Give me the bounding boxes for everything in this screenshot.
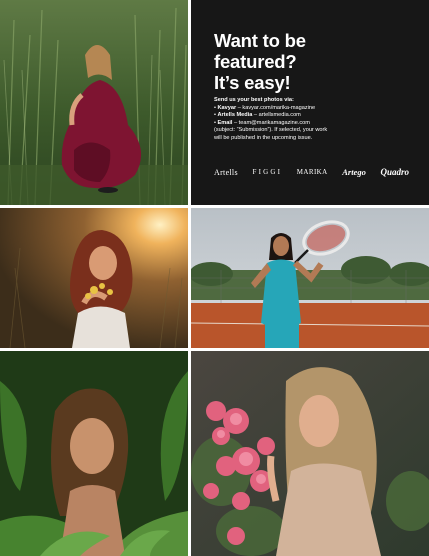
logo-marika: MARIKA [296, 168, 328, 176]
photo-pink-roses [191, 351, 429, 556]
panel-headline: Want to be featured? It’s easy! [214, 30, 414, 93]
logo-artells: Artells [214, 167, 238, 177]
submission-panel: Want to be featured? It’s easy! Send us … [191, 0, 429, 205]
photo-sunset-flowers-image [0, 208, 188, 348]
channel-detail: – kavyar.com/marika-magazine [236, 105, 316, 111]
logo-quadro: Quadro [380, 167, 409, 177]
channel-name: Email [217, 119, 233, 126]
channel-artells[interactable]: • Artells Media – artellsmedia.com [214, 112, 414, 119]
headline-line-2: featured? [214, 51, 297, 72]
channel-name: Kavyar [217, 105, 237, 111]
headline-line-3: It’s easy! [214, 72, 291, 93]
headline-line-1: Want to be [214, 30, 306, 51]
note-line-2: will be published in the upcoming issue. [214, 134, 313, 141]
channel-detail: – artellsmedia.com [252, 112, 301, 119]
logo-figgi: FIGGI [252, 168, 283, 176]
photo-green-leaves [0, 351, 188, 556]
logo-artego: Artego [342, 167, 366, 177]
note-line-1: (subject: “Submission”). If selected, yo… [214, 127, 328, 134]
submission-instructions: Send us your best photos via: • Kavyar –… [214, 97, 414, 142]
photo-tennis-court [191, 208, 429, 348]
partner-logos: Artells FIGGI MARIKA Artego Quadro [214, 166, 409, 178]
photo-burgundy-dress-image [0, 0, 188, 205]
instructions-intro: Send us your best photos via: [214, 97, 294, 103]
channel-name: Artells Media [217, 112, 253, 119]
photo-pink-roses-image [191, 351, 429, 556]
photo-tennis-court-image [191, 208, 429, 348]
channel-detail: – team@marikamagazine.com [232, 119, 310, 126]
photo-green-leaves-image [0, 351, 188, 556]
photo-burgundy-dress [0, 0, 188, 205]
magazine-page: Want to be featured? It’s easy! Send us … [0, 0, 429, 556]
channel-email[interactable]: • Email – team@marikamagazine.com [214, 120, 414, 127]
photo-sunset-flowers [0, 208, 188, 348]
channel-kavyar[interactable]: • Kavyar – kavyar.com/marika-magazine [214, 105, 414, 112]
